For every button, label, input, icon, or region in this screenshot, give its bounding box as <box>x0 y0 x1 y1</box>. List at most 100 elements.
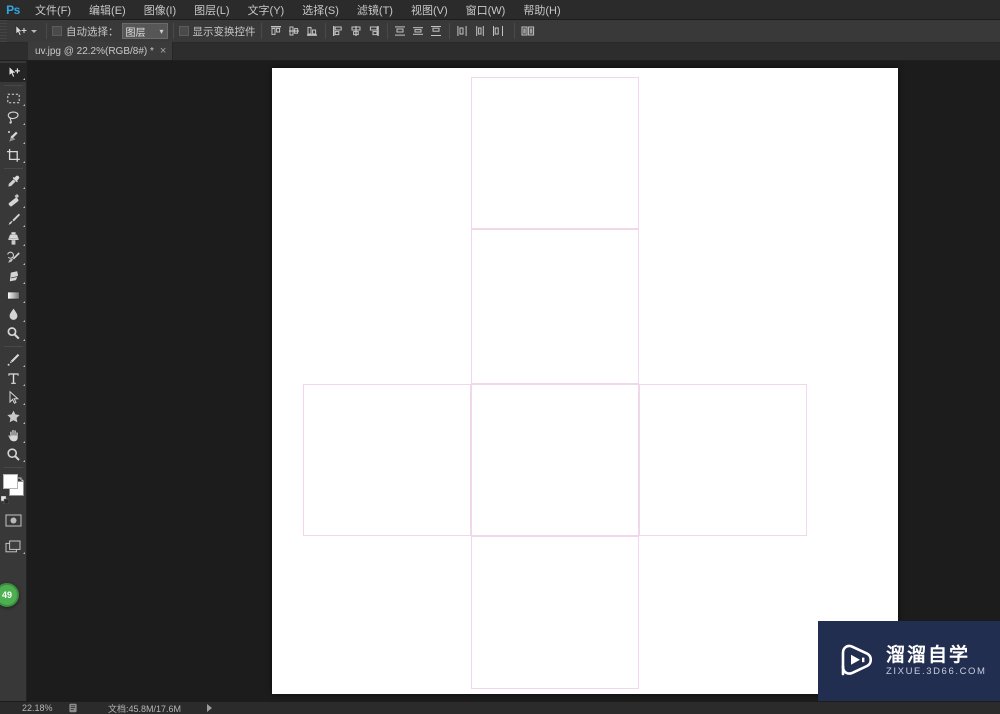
auto-select-group[interactable]: 自动选择： <box>52 20 119 43</box>
quick-mask-toggle[interactable] <box>0 511 27 530</box>
menu-help[interactable]: 帮助(H) <box>514 0 569 20</box>
status-expand-arrow-icon[interactable] <box>207 704 213 712</box>
crop-tool[interactable] <box>0 146 27 165</box>
custom-shape-tool[interactable] <box>0 407 27 426</box>
options-divider-7 <box>513 23 515 39</box>
tool-preset-caret-icon <box>31 29 37 33</box>
tool-preset-picker[interactable] <box>9 20 41 43</box>
auto-select-checkbox[interactable] <box>52 26 62 36</box>
quick-selection-tool[interactable] <box>0 127 27 146</box>
align-right-edges-icon <box>369 26 379 36</box>
spot-healing-brush-tool[interactable] <box>0 191 27 210</box>
distribute-left-edges-button[interactable] <box>455 24 470 39</box>
distribute-bottom-edges-button[interactable] <box>429 24 444 39</box>
tool-submenu-indicator-icon <box>23 78 25 80</box>
align-right-edges-button[interactable] <box>367 24 382 39</box>
tools-divider-2 <box>3 168 23 169</box>
distribute-top-edges-icon <box>395 26 405 36</box>
history-brush-tool[interactable] <box>0 248 27 267</box>
eyedropper-icon <box>7 175 20 188</box>
gradient-tool[interactable] <box>0 286 27 305</box>
watermark-text: 溜溜自学 ZIXUE.3D66.COM <box>886 646 987 677</box>
horizontal-type-tool[interactable] <box>0 369 27 388</box>
magnifier-icon <box>7 448 20 461</box>
menu-view[interactable]: 视图(V) <box>402 0 457 20</box>
zoom-level-field[interactable]: 22.18% <box>22 703 68 713</box>
show-transform-checkbox[interactable] <box>178 26 189 36</box>
options-bar: 自动选择： 图层 ▾ 显示变换控件 <box>0 19 1000 43</box>
menu-window[interactable]: 窗口(W) <box>457 0 515 20</box>
align-top-edges-button[interactable] <box>269 24 284 39</box>
uv-face-top <box>471 77 639 229</box>
align-group-vertical <box>269 24 320 39</box>
uv-face-left <box>303 384 471 536</box>
canvas-workspace[interactable] <box>27 61 1000 701</box>
options-divider-2 <box>172 23 174 39</box>
path-selection-tool[interactable] <box>0 388 27 407</box>
auto-align-layers-button[interactable] <box>520 23 537 39</box>
document-canvas[interactable] <box>272 68 898 694</box>
menu-file[interactable]: 文件(F) <box>26 0 80 20</box>
distribute-right-edges-button[interactable] <box>491 24 506 39</box>
distribute-right-edges-icon <box>493 26 503 36</box>
screen-mode-toggle[interactable] <box>0 537 27 556</box>
tool-submenu-indicator-icon <box>23 403 25 405</box>
rectangular-marquee-tool[interactable] <box>0 89 27 108</box>
document-tab-bar: uv.jpg @ 22.2%(RGB/8#) * × <box>0 42 1000 61</box>
pen-tool[interactable] <box>0 350 27 369</box>
document-tab-uv[interactable]: uv.jpg @ 22.2%(RGB/8#) * × <box>28 42 174 60</box>
hand-tool[interactable] <box>0 426 27 445</box>
blur-tool[interactable] <box>0 305 27 324</box>
distribute-top-edges-button[interactable] <box>393 24 408 39</box>
close-icon[interactable]: × <box>160 45 166 57</box>
options-divider-6 <box>448 23 450 39</box>
reset-swatches-icon[interactable] <box>0 491 10 509</box>
lasso-tool[interactable] <box>0 108 27 127</box>
tool-submenu-indicator-icon <box>23 187 25 189</box>
show-transform-group[interactable]: 显示变换控件 <box>178 20 256 43</box>
align-horizontal-centers-button[interactable] <box>349 24 364 39</box>
brush-tool[interactable] <box>0 210 27 229</box>
auto-select-scope-dropdown[interactable]: 图层 ▾ <box>121 23 168 39</box>
options-bar-grip[interactable] <box>0 19 7 43</box>
move-tool[interactable] <box>0 63 27 82</box>
blur-drop-icon <box>9 308 18 320</box>
tool-submenu-indicator-icon <box>23 301 25 303</box>
distribute-left-edges-icon <box>457 26 467 36</box>
menu-select[interactable]: 选择(S) <box>293 0 348 20</box>
align-bottom-edges-icon <box>307 26 317 36</box>
align-horizontal-centers-icon <box>351 26 361 36</box>
uv-face-right <box>639 384 807 536</box>
menu-image[interactable]: 图像(I) <box>135 0 185 20</box>
options-divider-3 <box>260 23 262 39</box>
photoshop-logo-icon: Ps <box>0 0 26 20</box>
foreground-color-swatch[interactable] <box>3 474 18 489</box>
menu-edit[interactable]: 编辑(E) <box>80 0 135 20</box>
clone-stamp-tool[interactable] <box>0 229 27 248</box>
dodge-tool[interactable] <box>0 324 27 343</box>
path-arrow-icon <box>9 390 20 404</box>
tool-submenu-indicator-icon <box>23 552 25 554</box>
type-icon <box>8 373 19 384</box>
eraser-tool[interactable] <box>0 267 27 286</box>
distribute-horizontal-centers-icon <box>476 26 484 36</box>
menu-type[interactable]: 文字(Y) <box>239 0 294 20</box>
document-size-label: 文档:45.8M/17.6M <box>108 703 182 714</box>
tool-submenu-indicator-icon <box>23 422 25 424</box>
crop-icon <box>7 149 20 162</box>
distribute-group <box>393 24 444 39</box>
quick-mask-icon <box>5 514 22 527</box>
zoom-tool[interactable] <box>0 445 27 464</box>
shape-icon <box>7 410 20 423</box>
distribute-vertical-centers-button[interactable] <box>411 24 426 39</box>
align-vertical-centers-button[interactable] <box>287 24 302 39</box>
menu-layer[interactable]: 图层(L) <box>185 0 238 20</box>
menu-filter[interactable]: 滤镜(T) <box>348 0 402 20</box>
options-divider-4 <box>324 23 326 39</box>
align-bottom-edges-button[interactable] <box>305 24 320 39</box>
watermark-brand-en: ZIXUE.3D66.COM <box>886 665 987 677</box>
eyedropper-tool[interactable] <box>0 172 27 191</box>
distribute-horizontal-centers-button[interactable] <box>473 24 488 39</box>
move-icon <box>8 65 20 78</box>
align-left-edges-button[interactable] <box>331 24 346 39</box>
